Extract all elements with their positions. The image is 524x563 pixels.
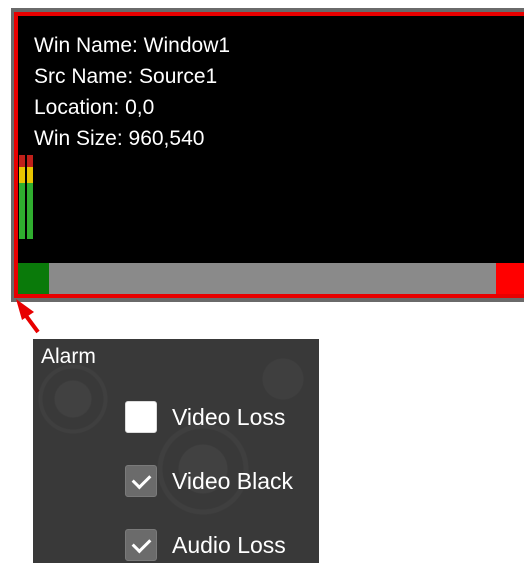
- video-black-checkbox[interactable]: [125, 465, 157, 497]
- audio-loss-checkbox[interactable]: [125, 529, 157, 561]
- checkmark-icon: [131, 469, 151, 489]
- video-loss-checkbox[interactable]: [125, 401, 157, 433]
- alarm-title: Alarm: [41, 345, 96, 368]
- alarm-panel: Alarm Video Loss Video Black Audio Loss: [33, 339, 319, 563]
- video-black-option[interactable]: Video Black: [125, 464, 293, 498]
- audio-loss-option[interactable]: Audio Loss: [125, 528, 286, 562]
- video-loss-label: Video Loss: [172, 403, 286, 430]
- audio-loss-label: Audio Loss: [172, 531, 286, 558]
- video-loss-option[interactable]: Video Loss: [125, 400, 285, 434]
- video-black-label: Video Black: [172, 467, 294, 494]
- checkmark-icon: [131, 533, 151, 553]
